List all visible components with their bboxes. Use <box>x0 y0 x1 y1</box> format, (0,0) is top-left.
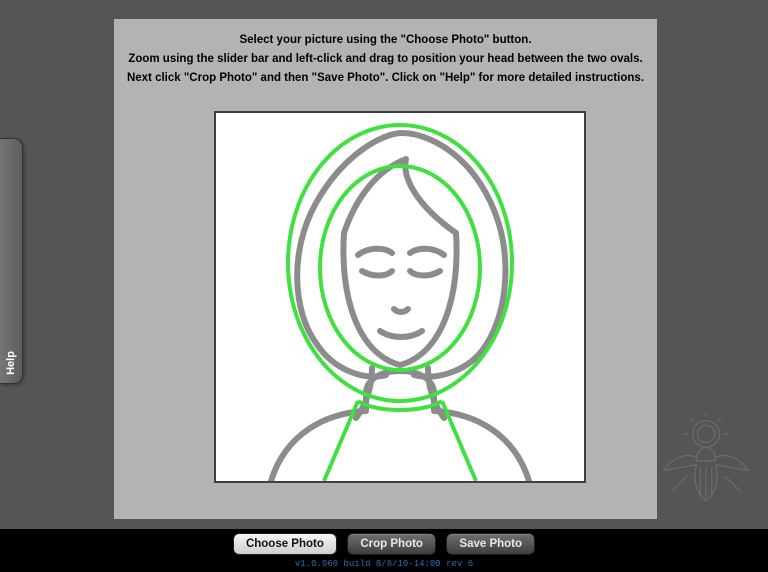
bottom-bar: Choose Photo Crop Photo Save Photo v1.0.… <box>0 529 768 572</box>
button-row: Choose Photo Crop Photo Save Photo <box>0 533 768 555</box>
stage: Select your picture using the "Choose Ph… <box>0 0 768 529</box>
version-text: v1.0.960 build 8/8/10-14:00 rev 6 <box>0 559 768 569</box>
instruction-line-1: Select your picture using the "Choose Ph… <box>124 33 647 48</box>
crop-panel: Select your picture using the "Choose Ph… <box>114 19 657 519</box>
instruction-line-2: Zoom using the slider bar and left-click… <box>124 52 647 67</box>
instruction-line-3: Next click "Crop Photo" and then "Save P… <box>124 71 647 86</box>
portrait-placeholder-icon <box>216 113 584 481</box>
crop-photo-button[interactable]: Crop Photo <box>347 533 436 555</box>
app-window: Select your picture using the "Choose Ph… <box>0 0 768 572</box>
help-tab[interactable]: Help <box>0 138 23 384</box>
help-tab-label: Help <box>5 351 17 375</box>
choose-photo-button[interactable]: Choose Photo <box>233 533 337 555</box>
eagle-seal-icon <box>658 409 754 505</box>
photo-frame[interactable] <box>214 111 586 483</box>
save-photo-button[interactable]: Save Photo <box>446 533 535 555</box>
instructions: Select your picture using the "Choose Ph… <box>114 19 657 96</box>
